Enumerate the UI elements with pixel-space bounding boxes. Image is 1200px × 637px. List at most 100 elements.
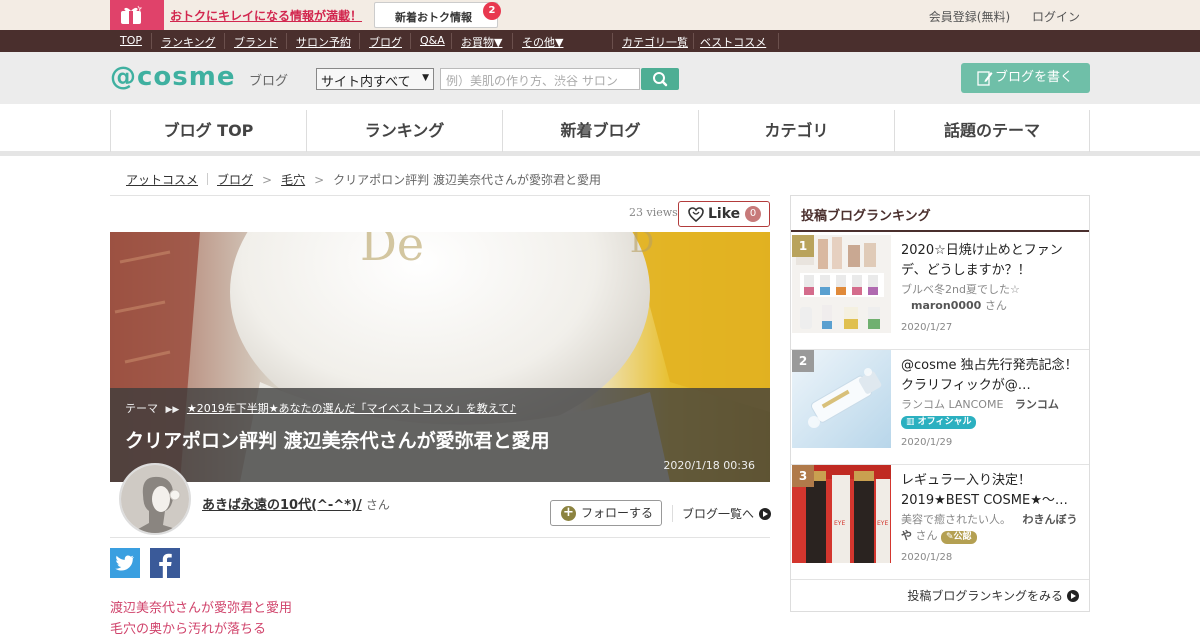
ranking-item-author: ランコム LANCOME ランコム ▥ オフィシャル: [901, 397, 1083, 429]
breadcrumb-home[interactable]: アットコスメ: [126, 173, 198, 187]
promo-link[interactable]: おトクにキレイになる情報が満載！: [170, 7, 362, 24]
author-suffix: さん: [915, 529, 938, 542]
global-nav-category-list[interactable]: カテゴリ一覧: [622, 34, 688, 50]
gift-icon: [121, 5, 142, 24]
article-date: 2020/1/18 00:36: [663, 459, 755, 472]
ranking-thumbnail: EYE EYE 3: [792, 465, 891, 563]
write-blog-button[interactable]: ブログを書く: [961, 63, 1090, 93]
global-nav-brand[interactable]: ブランド: [234, 34, 278, 50]
author-desc: 美容で癒されたい人。: [901, 513, 1011, 526]
breadcrumb-blog[interactable]: ブログ: [217, 173, 253, 187]
ranking-item-date: 2020/1/29: [901, 437, 953, 448]
like-label: Like: [708, 206, 741, 222]
register-link[interactable]: 会員登録(無料): [929, 10, 1010, 24]
building-icon: ▥: [906, 417, 915, 427]
news-count-badge: 2: [483, 2, 501, 20]
like-count-badge: 0: [745, 206, 761, 222]
hero-caption: テーマ ▶▶ ★2019年下半期★あなたの選んだ「マイベストコスメ」を教えて♪ …: [110, 388, 770, 482]
global-nav-best-cosme[interactable]: ベストコスメ: [700, 34, 766, 50]
cosme-logo[interactable]: @cosme: [110, 62, 235, 92]
logo-sub-label: ブログ: [249, 74, 289, 89]
news-deals-label: 新着おトク情報: [395, 11, 472, 24]
ranking-item-date: 2020/1/27: [901, 322, 953, 333]
ranking-item[interactable]: 1 2020☆日焼け止めとファンデ、どうしますか？！ ブルベ冬2nd夏でした☆ …: [791, 234, 1089, 350]
global-nav-other[interactable]: その他▼: [522, 34, 563, 50]
ranking-item[interactable]: EYE EYE 3 レギュラー入り決定！2019★BEST COSME★～… 美…: [791, 464, 1089, 580]
search-button[interactable]: [641, 68, 679, 90]
search-input[interactable]: 例）美肌の作り方、渋谷 サロン: [440, 68, 640, 90]
author-suffix: さん: [365, 498, 390, 512]
divider: [110, 195, 770, 196]
gift-banner[interactable]: [110, 0, 164, 30]
svg-text:EYE: EYE: [877, 520, 888, 527]
pen-icon: ✎: [946, 532, 954, 542]
login-link[interactable]: ログイン: [1032, 10, 1080, 24]
site-header: @cosme ブログ サイト内すべて ▼ 例）美肌の作り方、渋谷 サロン ブログ…: [0, 52, 1200, 104]
author-suffix: さん: [984, 299, 1007, 312]
ranking-thumbnail: 1: [792, 235, 891, 333]
arrow-right-icon: [1067, 590, 1079, 602]
facebook-share-icon[interactable]: [150, 548, 180, 578]
arrow-right-icon: [759, 508, 772, 520]
breadcrumb: アットコスメ ブログ > 毛穴 > クリアポロン評判 渡辺美奈代さんが愛弥君と愛用: [126, 173, 601, 187]
tab-blog-top[interactable]: ブログ TOP: [110, 110, 306, 152]
double-chevron-icon: ▶▶: [165, 405, 180, 415]
article-body-line: 渡辺美奈代さんが愛弥君と愛用: [110, 601, 293, 616]
ranking-item[interactable]: 2 @cosme 独占先行発売記念！クラリフィックが@… ランコム LANCOM…: [791, 349, 1089, 465]
theme-line: テーマ ▶▶ ★2019年下半期★あなたの選んだ「マイベストコスメ」を教えて♪: [125, 400, 516, 416]
see-ranking-label: 投稿ブログランキングをみる: [907, 589, 1063, 603]
news-deals-button[interactable]: 新着おトク情報 2: [374, 2, 501, 28]
global-nav-top[interactable]: TOP: [120, 34, 142, 47]
author-desc: ランコム LANCOME: [901, 398, 1004, 411]
global-nav-ranking[interactable]: ランキング: [161, 34, 216, 50]
divider: [110, 537, 770, 538]
see-ranking-link[interactable]: 投稿ブログランキングをみる: [907, 587, 1079, 604]
user-silhouette-icon: [121, 465, 189, 533]
official-badge: ▥ オフィシャル: [901, 416, 977, 429]
ranking-item-title[interactable]: レギュラー入り決定！2019★BEST COSME★～…: [901, 471, 1081, 511]
plus-icon: +: [561, 506, 576, 521]
svg-text:D: D: [630, 232, 654, 260]
svg-text:EYE: EYE: [834, 520, 845, 527]
ranking-sidebar: 投稿ブログランキング 1 2020☆日焼け止めとファンデ、どうしますか？！ ブル…: [790, 195, 1090, 612]
global-nav-blog[interactable]: ブログ: [369, 34, 402, 50]
top-promo-bar: おトクにキレイになる情報が満載！ 新着おトク情報 2 会員登録(無料) ログイン: [0, 0, 1200, 30]
tab-category[interactable]: カテゴリ: [698, 110, 894, 152]
search-scope-value: サイト内すべて: [321, 75, 411, 90]
blog-list-link[interactable]: ブログ一覧へ: [672, 505, 772, 522]
breadcrumb-current: クリアポロン評判 渡辺美奈代さんが愛弥君と愛用: [333, 173, 601, 187]
rank-number: 2: [792, 350, 814, 372]
tab-trending-themes[interactable]: 話題のテーマ: [894, 110, 1090, 152]
author-name[interactable]: maron0000: [911, 299, 981, 312]
view-count: 23 views: [629, 206, 678, 219]
theme-label: テーマ: [125, 402, 158, 415]
pen-icon: [977, 71, 993, 86]
heart-icon: [688, 207, 704, 222]
certified-badge: ✎公認: [941, 531, 977, 544]
search-scope-select[interactable]: サイト内すべて ▼: [316, 68, 434, 90]
theme-link[interactable]: ★2019年下半期★あなたの選んだ「マイベストコスメ」を教えて♪: [187, 402, 516, 415]
ranking-item-author: ブルベ冬2nd夏でした☆ maron0000 さん: [901, 282, 1083, 314]
tab-new-blogs[interactable]: 新着ブログ: [502, 110, 698, 152]
sidebar-title: 投稿ブログランキング: [791, 196, 1089, 232]
tab-ranking[interactable]: ランキング: [306, 110, 502, 152]
global-nav-salon[interactable]: サロン予約: [296, 34, 351, 50]
ranking-thumbnail: 2: [792, 350, 891, 448]
ranking-item-title[interactable]: 2020☆日焼け止めとファンデ、どうしますか？！: [901, 241, 1081, 281]
twitter-share-icon[interactable]: [110, 548, 140, 578]
blog-main-nav: ブログ TOP ランキング 新着ブログ カテゴリ 話題のテーマ: [0, 104, 1200, 156]
rank-number: 3: [792, 465, 814, 487]
ranking-item-author: 美容で癒されたい人。 わきんぼうや さん ✎公認: [901, 512, 1083, 544]
author-name[interactable]: あきば永遠の10代(^-^*)/: [202, 498, 362, 513]
ranking-item-title[interactable]: @cosme 独占先行発売記念！クラリフィックが@…: [901, 356, 1081, 396]
follow-button[interactable]: + フォローする: [550, 500, 662, 526]
like-button[interactable]: Like 0: [678, 201, 770, 227]
avatar[interactable]: [119, 463, 191, 535]
svg-text:De: De: [360, 232, 424, 271]
global-nav-shopping[interactable]: お買物▼: [461, 34, 502, 50]
article-hero: De D テーマ ▶▶ ★2019年下半期★あなたの選んだ「マイベストコスメ」を…: [110, 232, 770, 482]
global-nav-qa[interactable]: Q&A: [420, 34, 445, 47]
breadcrumb-pores[interactable]: 毛穴: [281, 173, 305, 187]
rank-number: 1: [792, 235, 814, 257]
author-name[interactable]: ランコム: [1015, 398, 1059, 411]
